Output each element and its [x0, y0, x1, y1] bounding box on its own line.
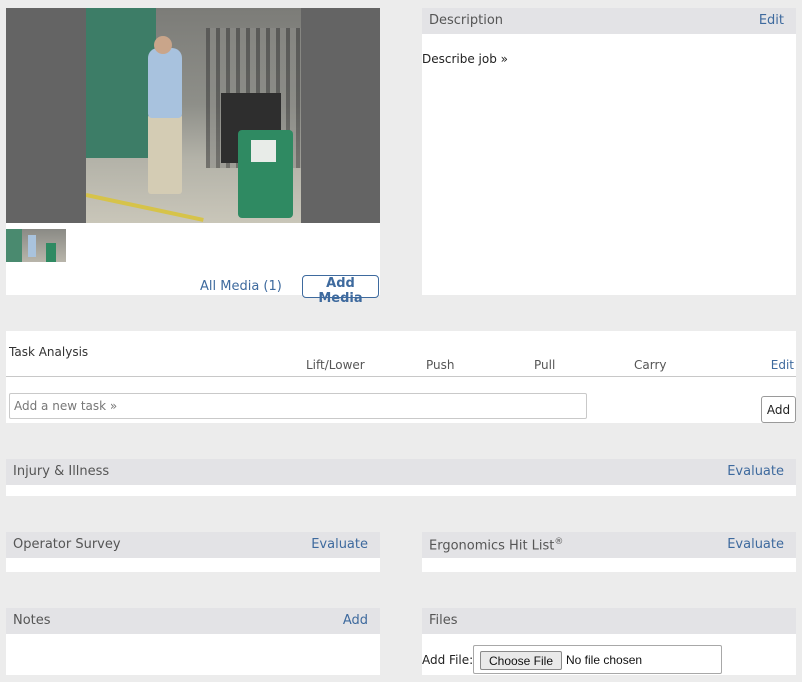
- column-push: Push: [426, 358, 455, 372]
- injury-evaluate-link[interactable]: Evaluate: [727, 464, 784, 479]
- new-task-input[interactable]: [9, 393, 587, 419]
- description-header: Description Edit: [422, 8, 796, 34]
- operator-survey-evaluate-link[interactable]: Evaluate: [311, 537, 368, 552]
- injury-illness-title: Injury & Illness: [13, 464, 110, 479]
- task-analysis-panel: Task Analysis Lift/Lower Push Pull Carry…: [6, 331, 796, 423]
- add-media-button[interactable]: Add Media: [302, 275, 379, 306]
- add-task-button[interactable]: Add: [761, 396, 796, 423]
- column-carry: Carry: [634, 358, 667, 372]
- video-player[interactable]: [6, 8, 380, 223]
- all-media-link[interactable]: All Media (1): [200, 279, 282, 294]
- no-file-chosen-text: No file chosen: [566, 653, 643, 667]
- notes-panel: Notes Add: [6, 608, 380, 675]
- operator-survey-panel: Operator Survey Evaluate: [6, 532, 380, 572]
- description-edit-link[interactable]: Edit: [759, 13, 784, 28]
- describe-job-link[interactable]: Describe job »: [422, 52, 508, 66]
- hit-list-evaluate-link[interactable]: Evaluate: [727, 537, 784, 552]
- files-panel: Files Add File: Choose File No file chos…: [422, 608, 796, 675]
- ergonomics-hit-list-panel: Ergonomics Hit List® Evaluate: [422, 532, 796, 572]
- task-analysis-edit-link[interactable]: Edit: [771, 358, 794, 372]
- injury-illness-header: Injury & Illness Evaluate: [6, 459, 796, 485]
- description-panel: Description Edit Describe job »: [422, 8, 796, 295]
- files-header: Files: [422, 608, 796, 634]
- operator-survey-header: Operator Survey Evaluate: [6, 532, 380, 558]
- files-title: Files: [429, 613, 458, 628]
- notes-title: Notes: [13, 613, 51, 628]
- hit-list-title: Ergonomics Hit List®: [429, 537, 564, 554]
- column-pull: Pull: [534, 358, 556, 372]
- add-file-label: Add File:: [422, 653, 474, 667]
- media-thumbnail[interactable]: [6, 229, 66, 262]
- video-frame-image: [86, 8, 301, 223]
- registered-mark: ®: [554, 537, 564, 547]
- media-panel: All Media (1) Add Media: [6, 8, 380, 306]
- choose-file-button[interactable]: Choose File: [480, 651, 562, 670]
- operator-survey-title: Operator Survey: [13, 537, 121, 552]
- file-input[interactable]: Choose File No file chosen: [473, 645, 722, 674]
- notes-header: Notes Add: [6, 608, 380, 634]
- divider: [6, 376, 796, 377]
- column-lift-lower: Lift/Lower: [306, 358, 365, 372]
- description-title: Description: [429, 13, 504, 28]
- injury-illness-panel: Injury & Illness Evaluate: [6, 459, 796, 496]
- hit-list-header: Ergonomics Hit List® Evaluate: [422, 532, 796, 558]
- notes-add-link[interactable]: Add: [343, 613, 368, 628]
- task-analysis-title: Task Analysis: [9, 345, 89, 359]
